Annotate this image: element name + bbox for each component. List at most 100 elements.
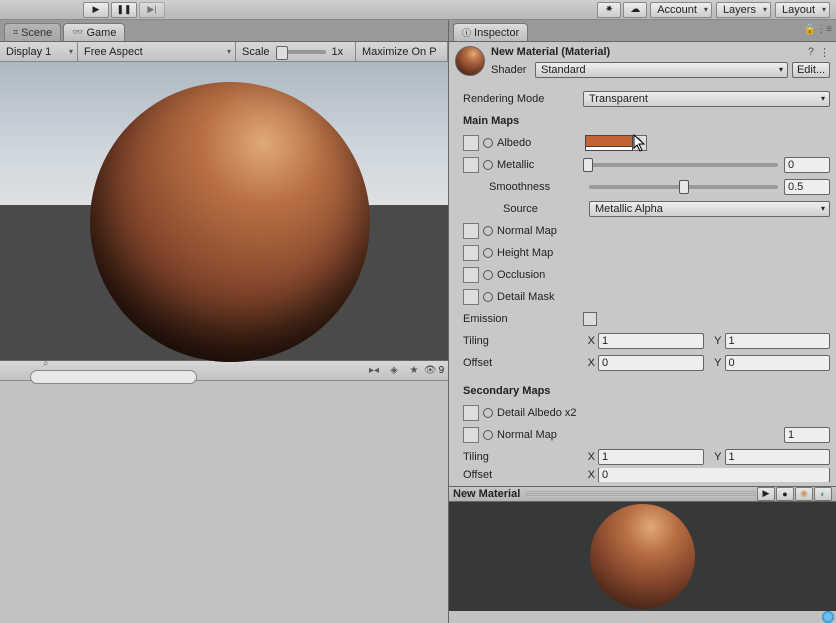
edit-shader-button[interactable]: Edit... (792, 62, 830, 78)
sec-normalmap-value-field[interactable]: 1 (784, 427, 830, 443)
occlusion-texture-slot[interactable] (463, 267, 479, 283)
tab-scene[interactable]: ⌗Scene (4, 23, 61, 41)
offset-label: Offset (463, 357, 583, 369)
shader-label: Shader (491, 64, 535, 76)
account-dropdown[interactable]: Account (650, 2, 712, 18)
material-preview-icon (455, 46, 485, 76)
occlusion-label: Occlusion (497, 269, 585, 281)
project-panel: ⌕ ▸◂ ◈ ★ 👁9 (0, 360, 448, 623)
game-icon: 👓 (72, 27, 83, 38)
offset-y-field[interactable]: 0 (725, 355, 831, 371)
aspect-dropdown[interactable]: Free Aspect (78, 42, 236, 61)
tiling-label: Tiling (463, 335, 583, 347)
metallic-value-field[interactable]: 0 (784, 157, 830, 173)
play-button[interactable]: ▶ (83, 2, 109, 18)
albedo-picker-icon[interactable] (482, 137, 494, 149)
material-preview-header[interactable]: New Material ▶ ● ◉ ◐ (449, 486, 836, 502)
metallic-texture-slot[interactable] (463, 157, 479, 173)
help-icon[interactable]: ? (808, 46, 814, 58)
step-button[interactable]: ▶| (139, 2, 165, 18)
normalmap-label: Normal Map (497, 225, 585, 237)
tab-inspector[interactable]: ⓘInspector (453, 23, 528, 41)
rendering-mode-label: Rendering Mode (463, 93, 583, 105)
offset-x-field[interactable]: 0 (598, 355, 704, 371)
albedo-color-swatch[interactable] (585, 135, 633, 151)
scene-icon: ⌗ (13, 27, 18, 38)
sec-normalmap-picker-icon[interactable] (482, 429, 494, 441)
albedo-texture-slot[interactable] (463, 135, 479, 151)
material-properties: Rendering Mode Transparent Main Maps Alb… (449, 80, 836, 486)
source-dropdown[interactable]: Metallic Alpha (589, 201, 830, 217)
normalmap-texture-slot[interactable] (463, 223, 479, 239)
source-label: Source (463, 203, 589, 215)
detail-albedo-label: Detail Albedo x2 (497, 407, 597, 419)
smoothness-label: Smoothness (463, 181, 589, 193)
preview-light-button[interactable]: ◉ (795, 487, 813, 501)
metallic-label: Metallic (497, 159, 585, 171)
heightmap-texture-slot[interactable] (463, 245, 479, 261)
smoothness-slider[interactable] (589, 185, 778, 189)
game-viewport (0, 62, 448, 360)
tab-menu-icon[interactable]: ⋮≡ (816, 24, 832, 35)
detailmask-picker-icon[interactable] (482, 291, 494, 303)
display-dropdown[interactable]: Display 1 (0, 42, 78, 61)
main-maps-heading: Main Maps (463, 115, 583, 127)
secondary-maps-heading: Secondary Maps (463, 385, 583, 397)
tiling-x-field[interactable]: 1 (598, 333, 704, 349)
material-header: New Material (Material) Shader Standard … (449, 42, 836, 80)
pause-button[interactable]: ❚❚ (111, 2, 137, 18)
visibility-icon[interactable]: 👁9 (425, 364, 443, 378)
detail-albedo-picker-icon[interactable] (482, 407, 494, 419)
maximize-toggle[interactable]: Maximize On P (356, 42, 448, 61)
metallic-picker-icon[interactable] (482, 159, 494, 171)
normalmap-picker-icon[interactable] (482, 225, 494, 237)
sec-tiling-x-field[interactable]: 1 (598, 449, 704, 465)
filter-icon[interactable]: ▸◂ (365, 364, 383, 378)
material-title: New Material (Material) (491, 46, 610, 58)
inspector-icon: ⓘ (462, 26, 471, 39)
sec-offset-label: Offset (463, 469, 583, 481)
detailmask-texture-slot[interactable] (463, 289, 479, 305)
material-preview-viewport[interactable] (449, 502, 836, 611)
heightmap-label: Height Map (497, 247, 585, 259)
preview-name-label: New Material (453, 488, 520, 500)
lock-icon[interactable]: 🔒 (804, 24, 816, 35)
corner-badge-icon (822, 611, 834, 623)
tab-game[interactable]: 👓Game (63, 23, 125, 41)
sec-normalmap-texture-slot[interactable] (463, 427, 479, 443)
emission-checkbox[interactable] (583, 312, 597, 326)
preview-sky-button[interactable]: ◐ (814, 487, 832, 501)
label-icon[interactable]: ◈ (385, 364, 403, 378)
search-input[interactable] (30, 370, 197, 384)
game-control-bar: Display 1 Free Aspect Scale 1x Maximize … (0, 42, 448, 62)
search-field[interactable]: ⌕ (30, 358, 197, 384)
inspector-tab-bar: ⓘInspector 🔒 ⋮≡ (449, 20, 836, 42)
sec-offset-x-field[interactable]: 0 (598, 468, 830, 482)
preview-drag-handle[interactable] (526, 491, 756, 497)
occlusion-picker-icon[interactable] (482, 269, 494, 281)
heightmap-picker-icon[interactable] (482, 247, 494, 259)
albedo-label: Albedo (497, 137, 585, 149)
preview-shape-button[interactable]: ● (776, 487, 794, 501)
layout-dropdown[interactable]: Layout (775, 2, 830, 18)
preview-sphere-small (590, 504, 695, 609)
cloud-icon[interactable]: ☁ (623, 2, 647, 18)
scale-control[interactable]: Scale 1x (236, 42, 356, 61)
left-tab-bar: ⌗Scene 👓Game (0, 20, 448, 42)
collab-icon[interactable]: ✷ (597, 2, 621, 18)
scale-slider[interactable] (276, 50, 326, 54)
top-toolbar: ▶ ❚❚ ▶| ✷ ☁ Account Layers Layout (0, 0, 836, 20)
sec-tiling-y-field[interactable]: 1 (725, 449, 831, 465)
component-menu-icon[interactable]: ⋮ (819, 46, 830, 59)
preview-play-button[interactable]: ▶ (757, 487, 775, 501)
shader-dropdown[interactable]: Standard (535, 62, 788, 78)
rendering-mode-dropdown[interactable]: Transparent (583, 91, 830, 107)
metallic-slider[interactable] (585, 163, 778, 167)
emission-label: Emission (463, 313, 583, 325)
detailmask-label: Detail Mask (497, 291, 585, 303)
detail-albedo-texture-slot[interactable] (463, 405, 479, 421)
tiling-y-field[interactable]: 1 (725, 333, 831, 349)
layers-dropdown[interactable]: Layers (716, 2, 771, 18)
star-icon[interactable]: ★ (405, 364, 423, 378)
smoothness-value-field[interactable]: 0.5 (784, 179, 830, 195)
